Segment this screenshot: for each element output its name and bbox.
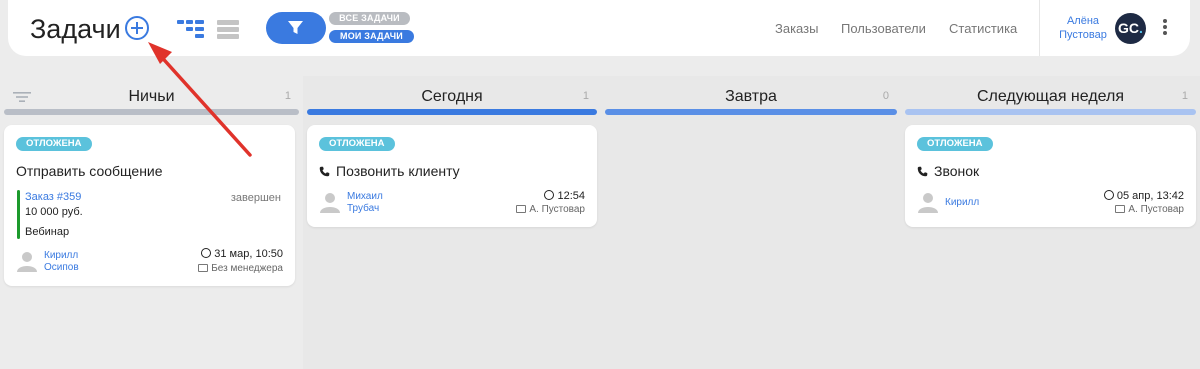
due-time: 05 апр, 13:42 <box>1103 190 1184 202</box>
client-first-name: Михаил <box>347 191 383 202</box>
task-title-text: Позвонить клиенту <box>336 163 460 179</box>
status-badge: ОТЛОЖЕНА <box>319 137 395 151</box>
page-title: Задачи <box>30 14 121 44</box>
user-avatar-icon <box>918 193 938 213</box>
due-text: 05 апр, 13:42 <box>1116 190 1184 202</box>
phone-icon <box>917 166 928 177</box>
kanban-view-icon[interactable] <box>177 18 205 40</box>
user-first-name: Алёна <box>1066 15 1100 27</box>
filter-my-tasks[interactable]: МОИ ЗАДАЧИ <box>329 30 414 43</box>
manager: Без менеджера <box>198 263 283 274</box>
manager-text: А. Пустовар <box>1128 204 1184 215</box>
list-view-icon[interactable] <box>217 18 239 40</box>
column-header: Следующая неделя 1 <box>901 86 1200 106</box>
phone-icon <box>319 166 330 177</box>
clock-icon <box>544 190 555 200</box>
due-text: 31 мар, 10:50 <box>214 248 283 260</box>
task-title: Звонок <box>917 163 979 179</box>
briefcase-icon <box>1115 205 1126 213</box>
task-card[interactable]: ОТЛОЖЕНА Позвонить клиенту Михаил Трубач… <box>307 125 597 227</box>
column-header: Ничьи 1 <box>0 86 303 106</box>
task-card[interactable]: ОТЛОЖЕНА Звонок Кирилл 05 апр, 13:42 А. … <box>905 125 1196 227</box>
column-count: 1 <box>582 90 589 102</box>
column-bar <box>605 109 897 115</box>
nav-statistics[interactable]: Статистика <box>949 21 1017 36</box>
column-title: Завтра <box>725 88 777 105</box>
client-last-name: Осипов <box>44 262 79 273</box>
column-title: Сегодня <box>421 88 483 105</box>
briefcase-icon <box>198 264 209 272</box>
status-badge: ОТЛОЖЕНА <box>917 137 993 151</box>
user-avatar-icon <box>320 193 340 213</box>
user-avatar-icon <box>17 252 37 272</box>
task-title-text: Звонок <box>934 163 980 179</box>
order-sum: 10 000 руб. <box>25 206 83 218</box>
column-count: 0 <box>882 90 889 102</box>
order-link[interactable]: Заказ #359 <box>25 191 81 203</box>
column-bar <box>307 109 597 115</box>
manager-text: Без менеджера <box>211 263 283 274</box>
column-tomorrow: Завтра 0 <box>601 76 901 369</box>
user-avatar[interactable]: GC. <box>1115 13 1146 44</box>
column-bar <box>4 109 299 115</box>
avatar-dot: . <box>1139 20 1143 36</box>
manager: А. Пустовар <box>516 204 585 215</box>
client-name: Кирилл Осипов <box>44 250 124 274</box>
order-source: Вебинар <box>25 226 70 238</box>
column-count: 1 <box>284 90 291 102</box>
task-title: Позвонить клиенту <box>319 163 460 179</box>
due-time: 31 мар, 10:50 <box>201 248 283 260</box>
task-card[interactable]: ОТЛОЖЕНА Отправить сообщение Заказ #359 … <box>4 125 295 286</box>
header-divider <box>1039 0 1040 56</box>
filter-all-tasks[interactable]: ВСЕ ЗАДАЧИ <box>329 12 410 25</box>
status-badge: ОТЛОЖЕНА <box>16 137 92 151</box>
client-name: Михаил Трубач <box>347 191 427 215</box>
nav-orders[interactable]: Заказы <box>775 21 818 36</box>
column-today: Сегодня 1 ОТЛОЖЕНА Позвонить клиенту Мих… <box>303 76 601 369</box>
column-title: Ничьи <box>128 88 175 105</box>
task-title: Отправить сообщение <box>16 163 163 179</box>
filter-button[interactable] <box>266 12 326 44</box>
column-count: 1 <box>1181 90 1188 102</box>
due-time: 12:54 <box>544 190 585 202</box>
filter-icon <box>288 21 303 34</box>
top-header: Задачи ВСЕ ЗАДАЧИ МОИ ЗАДАЧИ Заказы Поль… <box>8 0 1190 56</box>
column-header: Завтра 0 <box>601 86 901 106</box>
column-title: Следующая неделя <box>976 88 1125 105</box>
column-next-week: Следующая неделя 1 ОТЛОЖЕНА Звонок Кирил… <box>901 76 1200 369</box>
manager-text: А. Пустовар <box>529 204 585 215</box>
user-last-name: Пустовар <box>1059 29 1107 41</box>
client-first-name: Кирилл <box>44 250 79 261</box>
clock-icon <box>201 248 212 258</box>
current-user-name[interactable]: Алёна Пустовар <box>1054 14 1112 42</box>
avatar-letters: GC <box>1118 20 1140 36</box>
nav-users[interactable]: Пользователи <box>841 21 926 36</box>
column-header: Сегодня 1 <box>303 86 601 106</box>
client-last-name: Трубач <box>347 203 380 214</box>
client-first-name: Кирилл <box>945 197 980 208</box>
add-task-icon[interactable] <box>125 16 149 40</box>
due-text: 12:54 <box>557 190 585 202</box>
briefcase-icon <box>516 205 527 213</box>
order-strip <box>17 190 20 239</box>
order-status: завершен <box>230 192 281 204</box>
column-bar <box>905 109 1196 115</box>
column-unassigned: Ничьи 1 ОТЛОЖЕНА Отправить сообщение Зак… <box>0 76 303 369</box>
kebab-menu-icon[interactable] <box>1162 19 1168 37</box>
manager: А. Пустовар <box>1115 204 1184 215</box>
client-name: Кирилл <box>945 197 1025 209</box>
clock-icon <box>1103 190 1114 200</box>
